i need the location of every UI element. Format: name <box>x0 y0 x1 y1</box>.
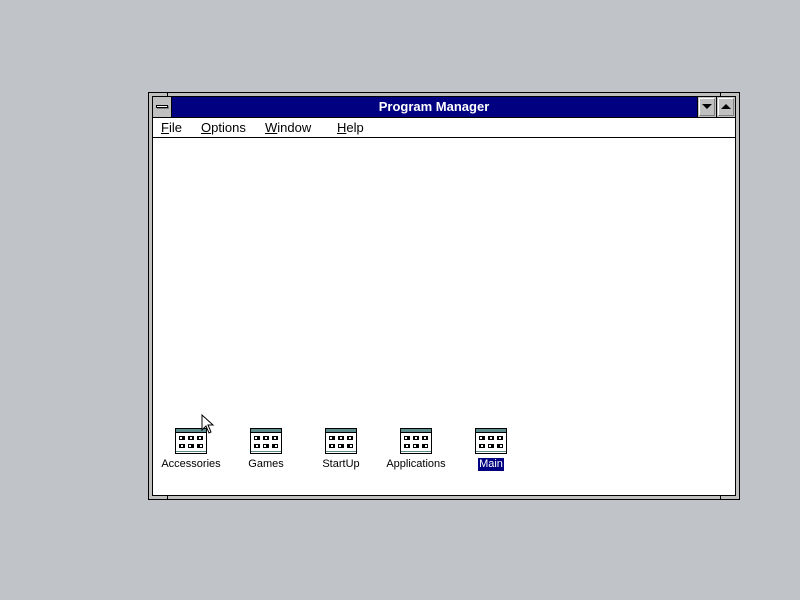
system-menu-button[interactable] <box>153 97 172 117</box>
title-bar[interactable]: Program Manager <box>153 97 735 118</box>
menu-help-mnemonic: H <box>337 120 347 135</box>
menu-file-label: ile <box>168 120 182 135</box>
program-group-icon <box>175 428 207 454</box>
menu-options-label: ptions <box>211 120 246 135</box>
program-manager-window: Program Manager File Options Window Help <box>148 92 740 500</box>
program-group-icon <box>475 428 507 454</box>
group-label: StartUp <box>322 458 360 470</box>
menu-bar: File Options Window Help <box>153 118 735 138</box>
group-label: Applications <box>386 458 446 470</box>
window-body: Program Manager File Options Window Help <box>152 96 736 496</box>
program-group-icon <box>250 428 282 454</box>
window-title: Program Manager <box>378 99 490 114</box>
frame-notch <box>720 496 721 500</box>
menu-help[interactable]: Help <box>337 118 364 137</box>
program-group-icon <box>400 428 432 454</box>
system-menu-icon <box>156 105 168 108</box>
program-group-icon <box>325 428 357 454</box>
group-label: Accessories <box>161 458 221 470</box>
group-accessories[interactable]: Accessories <box>151 428 231 478</box>
desktop: Program Manager File Options Window Help <box>0 0 800 600</box>
maximize-arrow-icon <box>721 104 731 109</box>
group-main[interactable]: Main <box>451 428 531 478</box>
group-games[interactable]: Games <box>226 428 306 478</box>
menu-window-label: indow <box>277 120 312 135</box>
menu-window-mnemonic: W <box>265 120 278 135</box>
group-startup[interactable]: StartUp <box>301 428 381 478</box>
menu-file[interactable]: File <box>161 118 182 137</box>
menu-options[interactable]: Options <box>201 118 246 137</box>
menu-options-mnemonic: O <box>201 120 212 135</box>
menu-file-mnemonic: F <box>161 120 169 135</box>
frame-notch <box>167 496 168 500</box>
maximize-button[interactable] <box>716 97 735 117</box>
group-label: Games <box>248 458 284 470</box>
group-applications[interactable]: Applications <box>376 428 456 478</box>
menu-window[interactable]: Window <box>265 118 311 137</box>
minimize-arrow-icon <box>702 104 712 109</box>
menu-help-label: elp <box>346 120 364 135</box>
client-area: Accessories Games StartUp Applications M… <box>153 138 735 495</box>
group-label-selected: Main <box>478 458 504 471</box>
minimize-button[interactable] <box>697 97 716 117</box>
